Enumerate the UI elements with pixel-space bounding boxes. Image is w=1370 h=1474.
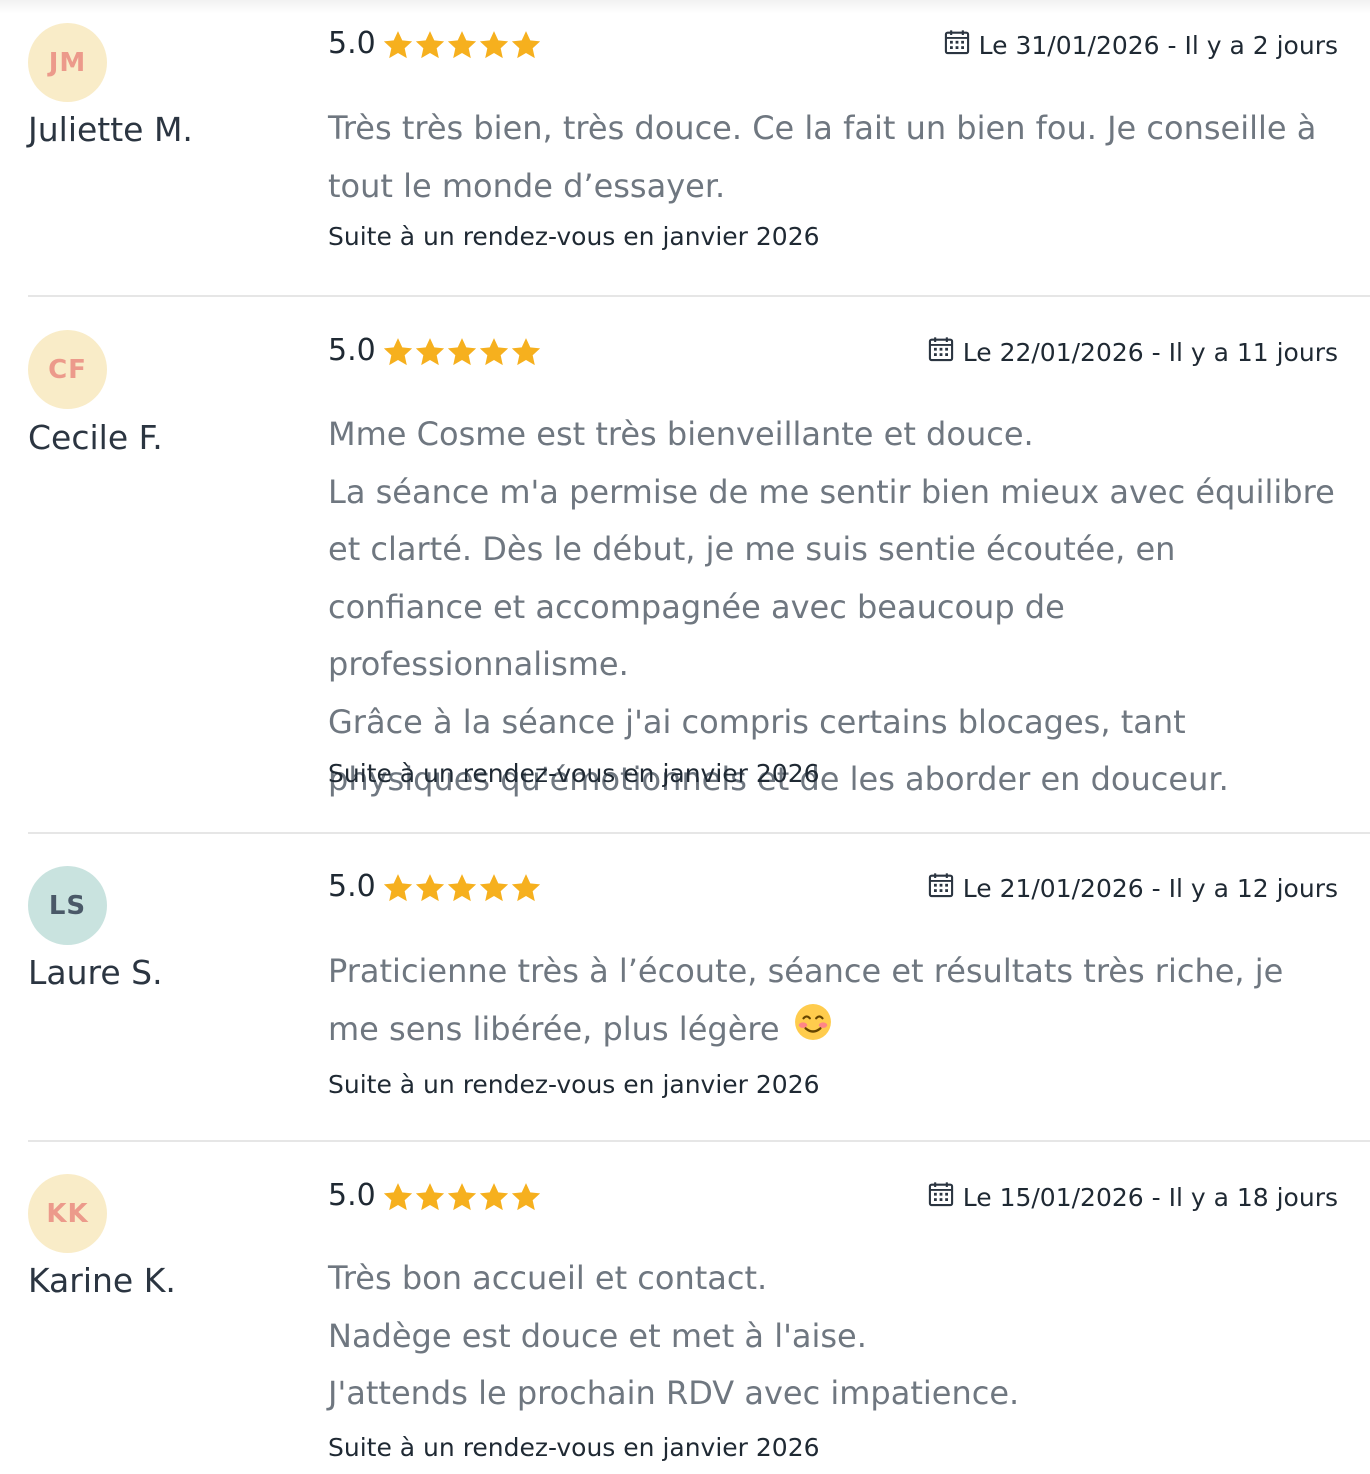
star-icon [382,29,414,61]
reviews-list: JM Juliette M. 5.0 Le 31/01/2026 - Il y a 2… [28,0,1370,1474]
star-icon [510,1181,542,1213]
calendar-icon [927,335,963,369]
rating-stars [382,29,542,61]
star-icon [510,336,542,368]
review-text: Mme Cosme est très bienveillante et douc… [328,406,1340,809]
review-date-text: Le 21/01/2026 - Il y a 12 jours [962,873,1338,903]
star-icon [446,336,478,368]
avatar: KK [28,1174,107,1253]
review-text: Très très bien, très douce. Ce la fait u… [328,100,1340,215]
review-card: LS Laure S. 5.0 Le 21/01/2026 - Il y a 12 j… [28,834,1370,1142]
avatar: LS [28,866,107,945]
calendar-icon [927,1180,963,1214]
star-icon [478,872,510,904]
star-icon [510,872,542,904]
review-card: KK Karine K. 5.0 Le 15/01/2026 - Il y a 18 … [28,1142,1370,1474]
rating-stars [382,336,542,368]
star-icon [478,336,510,368]
avatar: JM [28,23,107,102]
review-paragraph: Très bon accueil et contact. [328,1250,1340,1308]
review-date: Le 21/01/2026 - Il y a 12 jours [927,871,1338,905]
review-paragraph: La séance m'a permise de me sentir bien … [328,464,1340,694]
star-icon [414,872,446,904]
author-name: Juliette M. [28,110,193,149]
author-name: Cecile F. [28,418,163,457]
review-date: Le 15/01/2026 - Il y a 18 jours [927,1180,1338,1214]
review-date-text: Le 15/01/2026 - Il y a 18 jours [962,1182,1338,1212]
star-icon [446,872,478,904]
star-icon [478,1181,510,1213]
rating-score: 5.0 [328,26,376,61]
rating-stars [382,872,542,904]
review-paragraph: Praticienne très à l’écoute, séance et r… [328,943,1340,1059]
star-icon [414,336,446,368]
star-icon [446,29,478,61]
review-paragraph-text: La séance m'a permise de me sentir bien … [328,472,1335,684]
review-card: JM Juliette M. 5.0 Le 31/01/2026 - Il y a 2… [28,0,1370,297]
rating-stars [382,1181,542,1213]
review-date-text: Le 31/01/2026 - Il y a 2 jours [978,30,1338,60]
appointment-context: Suite à un rendez-vous en janvier 2026 [328,759,820,788]
star-icon [510,29,542,61]
review-text: Très bon accueil et contact. Nadège est d… [328,1250,1340,1423]
star-icon [446,1181,478,1213]
smiling-face-blush-icon [794,1002,832,1060]
review-paragraph: Très très bien, très douce. Ce la fait u… [328,100,1340,215]
review-paragraph: Mme Cosme est très bienveillante et douc… [328,406,1340,464]
rating-score: 5.0 [328,869,376,904]
appointment-context: Suite à un rendez-vous en janvier 2026 [328,1070,820,1099]
review-text: Praticienne très à l’écoute, séance et r… [328,943,1340,1059]
rating-score: 5.0 [328,333,376,368]
appointment-context: Suite à un rendez-vous en janvier 2026 [328,1433,820,1462]
star-icon [478,29,510,61]
review-date: Le 22/01/2026 - Il y a 11 jours [927,335,1338,369]
calendar-icon [927,871,963,905]
calendar-icon [943,28,979,62]
author-name: Laure S. [28,953,163,992]
rating-score: 5.0 [328,1178,376,1213]
star-icon [414,1181,446,1213]
review-date: Le 31/01/2026 - Il y a 2 jours [943,28,1338,62]
review-paragraph: Nadège est douce et met à l'aise. [328,1308,1340,1366]
review-date-text: Le 22/01/2026 - Il y a 11 jours [962,337,1338,367]
star-icon [414,29,446,61]
review-paragraph-text: Nadège est douce et met à l'aise. [328,1316,867,1355]
review-paragraph-text: Très très bien, très douce. Ce la fait u… [328,109,1317,205]
review-paragraph: J'attends le prochain RDV avec impatienc… [328,1365,1340,1423]
review-paragraph: Grâce à la séance j'ai compris certains … [328,694,1340,809]
review-card: CF Cecile F. 5.0 Le 22/01/2026 - Il y a 11 … [28,297,1370,834]
author-name: Karine K. [28,1261,176,1300]
review-paragraph-text: Mme Cosme est très bienveillante et douc… [328,415,1034,453]
star-icon [382,336,414,368]
review-paragraph-text: J'attends le prochain RDV avec impatienc… [328,1374,1020,1412]
star-icon [382,872,414,904]
appointment-context: Suite à un rendez-vous en janvier 2026 [328,222,820,251]
avatar: CF [28,330,107,409]
review-paragraph-text: Très bon accueil et contact. [328,1259,768,1297]
star-icon [382,1181,414,1213]
